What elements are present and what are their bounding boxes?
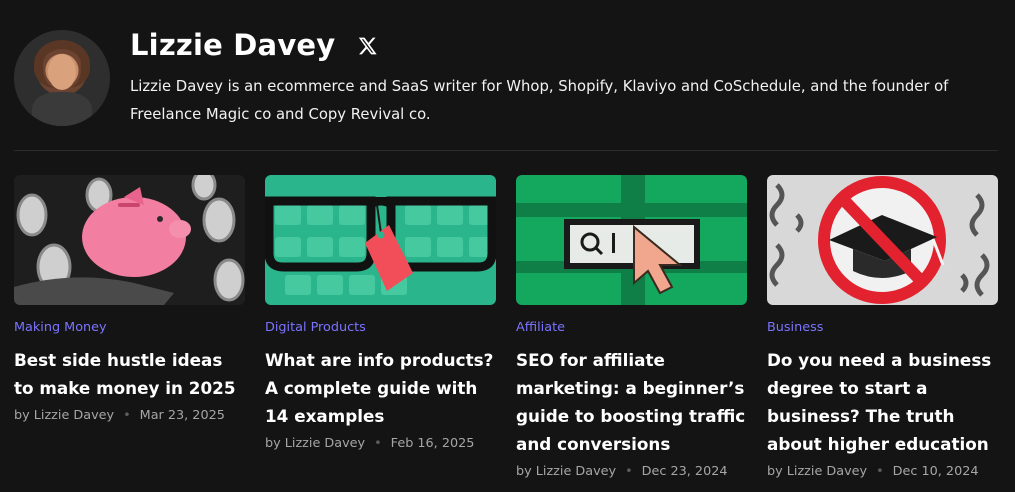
post-card[interactable]: Digital Products What are info products?… bbox=[265, 175, 496, 451]
post-author[interactable]: by Lizzie Davey bbox=[516, 464, 616, 479]
post-meta: by Lizzie Davey • Dec 10, 2024 bbox=[767, 464, 998, 479]
post-date: Dec 10, 2024 bbox=[892, 464, 979, 479]
author-name: Lizzie Davey bbox=[130, 28, 336, 62]
search-cursor-illustration bbox=[516, 175, 747, 305]
post-meta: by Lizzie Davey • Feb 16, 2025 bbox=[265, 436, 496, 451]
post-title[interactable]: Best side hustle ideas to make money in … bbox=[14, 346, 245, 402]
piggy-bank-illustration bbox=[14, 175, 245, 305]
post-title[interactable]: SEO for affiliate marketing: a beginner’… bbox=[516, 346, 747, 458]
post-card[interactable]: Business Do you need a business degree t… bbox=[767, 175, 998, 479]
post-category[interactable]: Digital Products bbox=[265, 320, 496, 335]
author-bio: Lizzie Davey is an ecommerce and SaaS wr… bbox=[130, 78, 949, 123]
post-title[interactable]: Do you need a business degree to start a… bbox=[767, 346, 998, 458]
post-meta: by Lizzie Davey • Mar 23, 2025 bbox=[14, 408, 245, 423]
x-icon[interactable] bbox=[358, 36, 378, 56]
post-date: Feb 16, 2025 bbox=[390, 436, 475, 451]
author-header: Lizzie Davey Lizzie Davey is an ecommerc… bbox=[14, 28, 1004, 138]
post-category[interactable]: Business bbox=[767, 320, 998, 335]
meta-separator: • bbox=[876, 464, 884, 479]
post-thumbnail[interactable] bbox=[265, 175, 496, 305]
post-thumbnail[interactable] bbox=[767, 175, 998, 305]
post-card[interactable]: Affiliate SEO for affiliate marketing: a… bbox=[516, 175, 747, 479]
post-meta: by Lizzie Davey • Dec 23, 2024 bbox=[516, 464, 747, 479]
divider bbox=[14, 150, 998, 151]
meta-separator: • bbox=[123, 408, 131, 423]
meta-separator: • bbox=[625, 464, 633, 479]
post-date: Dec 23, 2024 bbox=[641, 464, 728, 479]
no-graduation-cap-illustration bbox=[767, 175, 998, 305]
post-thumbnail[interactable] bbox=[14, 175, 245, 305]
post-thumbnail[interactable] bbox=[516, 175, 747, 305]
post-author[interactable]: by Lizzie Davey bbox=[767, 464, 867, 479]
post-title[interactable]: What are info products? A complete guide… bbox=[265, 346, 496, 430]
post-category[interactable]: Affiliate bbox=[516, 320, 747, 335]
post-date: Mar 23, 2025 bbox=[139, 408, 225, 423]
author-avatar bbox=[14, 30, 110, 126]
post-author[interactable]: by Lizzie Davey bbox=[14, 408, 114, 423]
glasses-keyboard-illustration bbox=[265, 175, 496, 305]
post-category[interactable]: Making Money bbox=[14, 320, 245, 335]
post-card[interactable]: Making Money Best side hustle ideas to m… bbox=[14, 175, 245, 423]
post-author[interactable]: by Lizzie Davey bbox=[265, 436, 365, 451]
meta-separator: • bbox=[374, 436, 382, 451]
